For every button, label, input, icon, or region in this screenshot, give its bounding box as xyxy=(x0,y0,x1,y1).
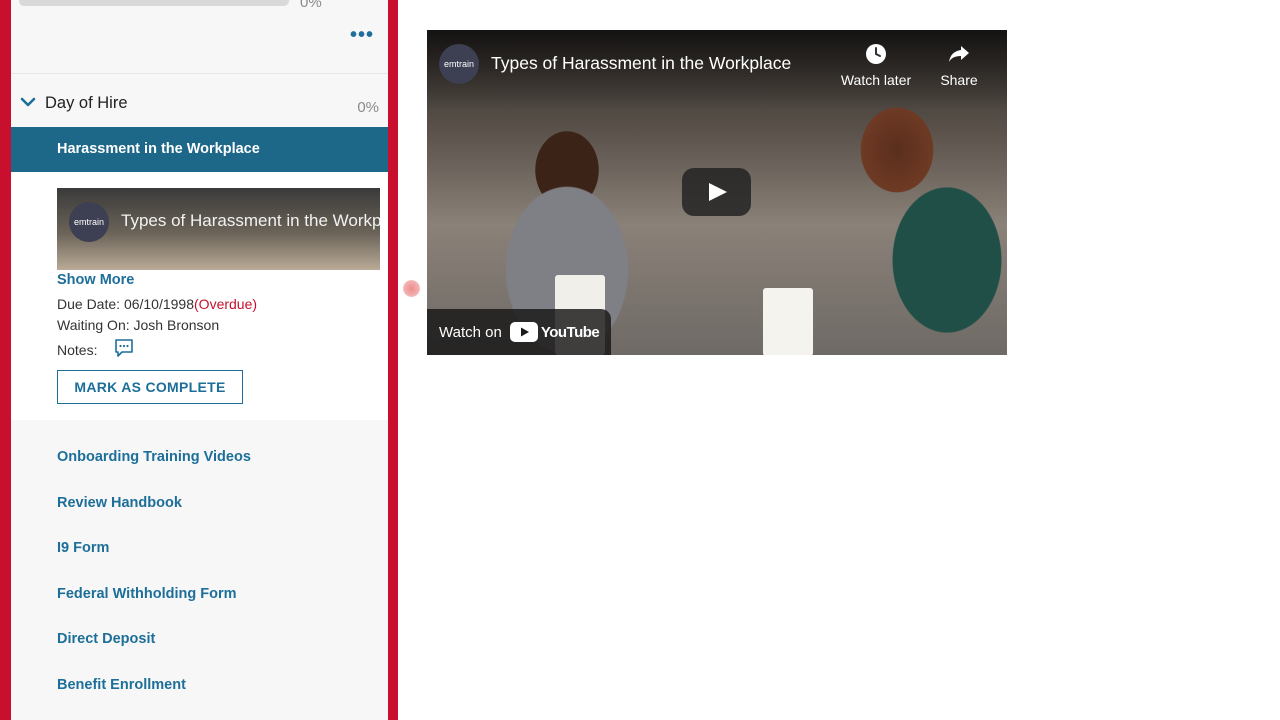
more-options-icon[interactable]: ••• xyxy=(350,25,374,45)
task-item[interactable]: Federal Withholding Form xyxy=(57,586,237,602)
comment-icon[interactable] xyxy=(114,338,134,358)
panel-divider-border xyxy=(388,0,398,720)
due-date-label: Due Date: xyxy=(57,296,121,312)
overall-progress-bar xyxy=(19,0,289,6)
video-frame-cup xyxy=(763,288,813,355)
divider xyxy=(11,73,388,74)
share-button[interactable]: Share xyxy=(919,42,999,88)
onboarding-sidebar: 0% ••• Day of Hire 0% Harassment in the … xyxy=(11,0,388,720)
youtube-wordmark: YouTube xyxy=(540,323,600,341)
youtube-video-player[interactable]: emtrain Types of Harassment in the Workp… xyxy=(427,30,1007,355)
overdue-status: (Overdue) xyxy=(194,296,258,312)
section-progress-percent: 0% xyxy=(357,99,379,116)
task-item[interactable]: Onboarding Training Videos xyxy=(57,449,251,465)
waiting-on-label: Waiting On: xyxy=(57,317,130,333)
task-item[interactable]: Direct Deposit xyxy=(57,631,155,647)
mark-as-complete-button[interactable]: MARK AS COMPLETE xyxy=(57,370,243,404)
youtube-play-icon xyxy=(509,322,538,342)
watch-on-youtube-button[interactable]: Watch on YouTube xyxy=(427,309,612,355)
play-icon xyxy=(709,183,727,201)
section-header-day-of-hire[interactable]: Day of Hire 0% xyxy=(11,85,388,123)
task-item[interactable]: Review Handbook xyxy=(57,495,182,511)
task-item-harassment-in-the-workplace[interactable]: Harassment in the Workplace xyxy=(11,127,388,172)
watch-later-button[interactable]: Watch later xyxy=(836,42,916,88)
task-detail-panel: emtrain Types of Harassment in the Workp… xyxy=(11,172,388,420)
due-date-value: 06/10/1998 xyxy=(123,296,195,312)
video-title[interactable]: Types of Harassment in the Workplace xyxy=(491,53,791,74)
video-thumbnail[interactable]: emtrain Types of Harassment in the Workp… xyxy=(57,188,380,270)
clock-icon xyxy=(866,44,886,64)
share-arrow-icon xyxy=(949,46,969,62)
waiting-on: Waiting On: Josh Bronson xyxy=(57,317,219,333)
mouse-cursor-indicator xyxy=(403,280,420,297)
show-more-link[interactable]: Show More xyxy=(57,272,134,288)
youtube-logo: YouTube xyxy=(509,322,600,342)
channel-avatar[interactable]: emtrain xyxy=(439,44,479,84)
thumbnail-title: Types of Harassment in the Workplace xyxy=(121,211,380,230)
task-item[interactable]: I9 Form xyxy=(57,540,109,556)
section-title: Day of Hire xyxy=(45,94,128,112)
watch-later-label: Watch later xyxy=(840,72,912,88)
watch-on-label: Watch on xyxy=(439,323,502,341)
play-button[interactable] xyxy=(682,168,751,216)
waiting-on-value: Josh Bronson xyxy=(133,317,220,333)
chevron-down-icon xyxy=(20,97,36,107)
share-label: Share xyxy=(940,72,978,88)
overall-progress-percent: 0% xyxy=(300,0,322,11)
task-item[interactable]: Benefit Enrollment xyxy=(57,677,186,693)
due-date: Due Date: 06/10/1998(Overdue) xyxy=(57,296,257,312)
notes-label: Notes: xyxy=(57,342,98,358)
emtrain-logo: emtrain xyxy=(69,202,109,242)
left-frame-border xyxy=(0,0,11,720)
page: 0% ••• Day of Hire 0% Harassment in the … xyxy=(0,0,1280,720)
